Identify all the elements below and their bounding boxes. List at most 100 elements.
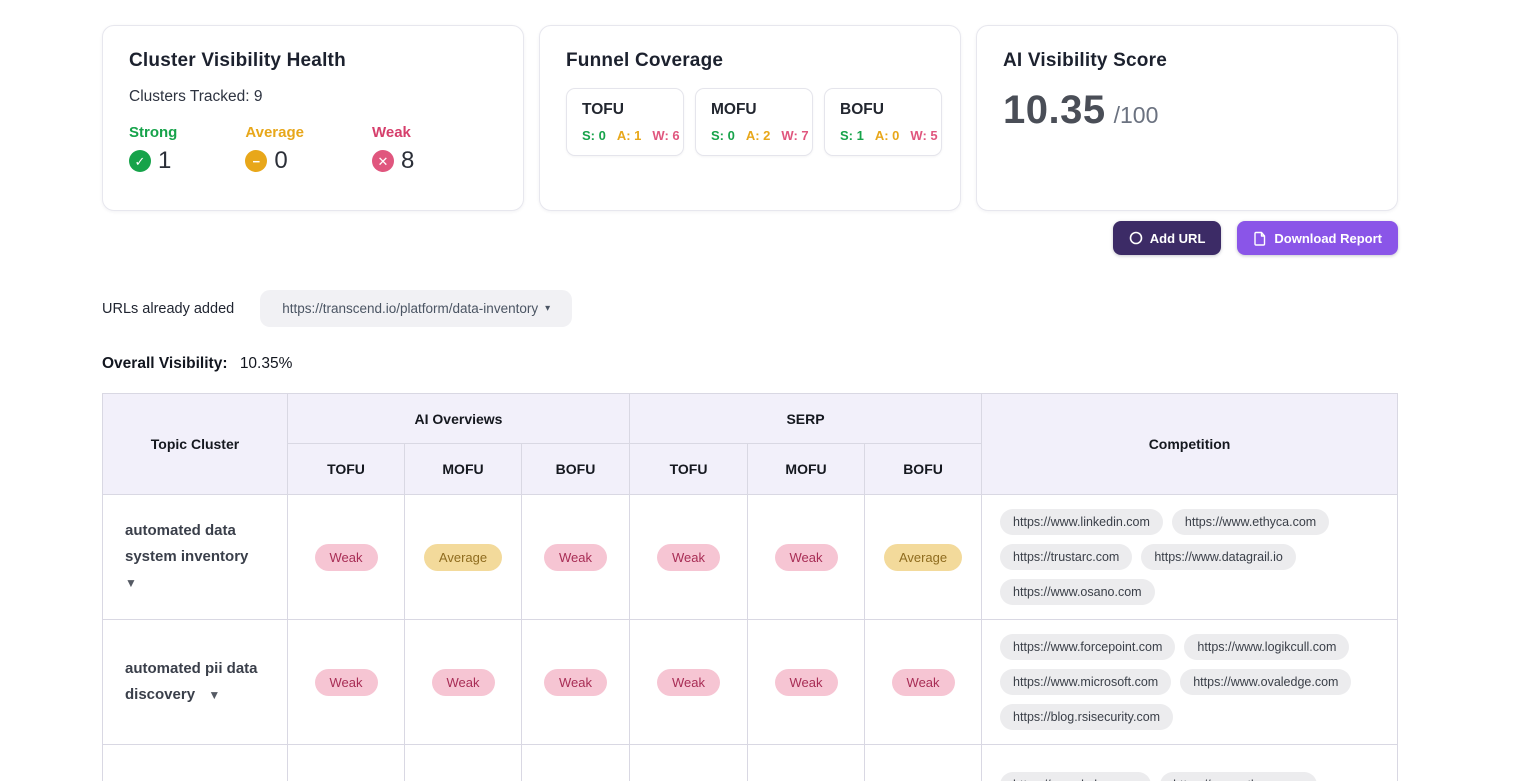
column-header-serp-mofu: MOFU bbox=[748, 444, 865, 495]
competitor-url-pill: https://www.datagrail.io bbox=[1141, 544, 1296, 570]
ai-visibility-title: AI Visibility Score bbox=[1003, 50, 1371, 72]
toolbar: Add URL Download Report bbox=[102, 221, 1398, 255]
funnel-stage-name: MOFU bbox=[711, 101, 797, 119]
competition-cell: https://www.linkedin.comhttps://www.ethy… bbox=[982, 495, 1398, 620]
table-row: automated data system inventory ▼ Weak Ave… bbox=[103, 495, 1398, 620]
health-stat-label: Strong bbox=[129, 124, 177, 141]
funnel-stage-bofu: BOFUS: 1A: 0W: 5 bbox=[824, 88, 942, 156]
urls-added-label: URLs already added bbox=[102, 301, 234, 317]
score-cell: Strong bbox=[865, 745, 982, 781]
health-stats: Strong✓1Average−0Weak✕8 bbox=[129, 124, 497, 175]
status-badge: Average bbox=[884, 544, 962, 571]
circle-icon bbox=[1129, 231, 1143, 245]
clusters-tracked-label: Clusters Tracked: bbox=[129, 88, 250, 105]
cluster-visibility-health-card: Cluster Visibility Health Clusters Track… bbox=[102, 25, 524, 211]
health-stat-strong: Strong✓1 bbox=[129, 124, 177, 175]
topic-cluster-cell: automated data system inventory ▼ bbox=[103, 495, 288, 620]
status-badge: Weak bbox=[544, 669, 607, 696]
competitor-url-pill: https://complydog.com bbox=[1000, 772, 1151, 781]
clusters-tracked-line: Clusters Tracked: 9 bbox=[129, 88, 497, 106]
score-cell: Weak bbox=[522, 620, 630, 745]
score-cell: Average bbox=[405, 745, 522, 781]
x-icon: ✕ bbox=[372, 150, 394, 172]
score-cell: Average bbox=[748, 745, 865, 781]
status-badge: Weak bbox=[432, 669, 495, 696]
column-header-competition: Competition bbox=[982, 394, 1398, 495]
competition-cell: https://www.forcepoint.com https://www.lo… bbox=[982, 620, 1398, 745]
urls-added-row: URLs already added https://transcend.io/… bbox=[102, 290, 1398, 327]
score-cell: Average bbox=[288, 745, 405, 781]
cluster-health-title: Cluster Visibility Health bbox=[129, 50, 497, 72]
overall-visibility-label: Overall Visibility: bbox=[102, 355, 228, 372]
column-header-ai-tofu: TOFU bbox=[288, 444, 405, 495]
triangle-down-icon[interactable]: ▼ bbox=[205, 688, 220, 702]
status-badge: Average bbox=[424, 544, 502, 571]
status-badge: Weak bbox=[657, 669, 720, 696]
competitor-url-pill: https://trustarc.com bbox=[1000, 544, 1132, 570]
competitor-url-pill: https://blog.rsisecurity.com bbox=[1000, 704, 1173, 730]
score-cell: Average bbox=[630, 745, 748, 781]
score-cell: Weak bbox=[522, 495, 630, 620]
competitor-url-pill: https://www.logikcull.com bbox=[1184, 634, 1349, 660]
competitor-url-pill: https://www.forcepoint.com bbox=[1000, 634, 1175, 660]
table-row: automated privacy data mapping ▼AverageA… bbox=[103, 745, 1398, 781]
score-cell: Average bbox=[405, 495, 522, 620]
health-stat-average: Average−0 bbox=[245, 124, 304, 175]
funnel-stat-average: A: 0 bbox=[875, 128, 900, 143]
funnel-coverage-title: Funnel Coverage bbox=[566, 50, 934, 72]
score-denominator: /100 bbox=[1114, 102, 1159, 129]
funnel-stage-name: TOFU bbox=[582, 101, 668, 119]
cluster-name: automated pii data discovery ▼ bbox=[125, 660, 258, 703]
funnel-stat-average: A: 2 bbox=[746, 128, 771, 143]
status-badge: Weak bbox=[657, 544, 720, 571]
health-stat-label: Average bbox=[245, 124, 304, 141]
summary-cards-row: Cluster Visibility Health Clusters Track… bbox=[102, 25, 1398, 211]
url-dropdown[interactable]: https://transcend.io/platform/data-inven… bbox=[260, 290, 572, 327]
funnel-stat-weak: W: 5 bbox=[910, 128, 937, 143]
funnel-stat-strong: S: 0 bbox=[582, 128, 606, 143]
funnel-stat-strong: S: 0 bbox=[711, 128, 735, 143]
score-cell: Weak bbox=[288, 620, 405, 745]
health-stat-value: 8 bbox=[401, 147, 414, 175]
health-stat-value: 0 bbox=[274, 147, 287, 175]
funnel-stat-weak: W: 7 bbox=[781, 128, 808, 143]
download-report-label: Download Report bbox=[1274, 231, 1382, 246]
competitor-url-pill: https://www.ovaledge.com bbox=[1180, 669, 1351, 695]
column-group-ai-overviews: AI Overviews bbox=[288, 394, 630, 444]
add-url-label: Add URL bbox=[1150, 231, 1206, 246]
document-icon bbox=[1253, 231, 1267, 246]
dashboard-page: Cluster Visibility Health Clusters Track… bbox=[102, 0, 1398, 781]
column-header-serp-tofu: TOFU bbox=[630, 444, 748, 495]
funnel-coverage-card: Funnel Coverage TOFU S: 0 A: 1 W: 6 MOFU S: 0… bbox=[539, 25, 961, 211]
column-header-ai-mofu: MOFU bbox=[405, 444, 522, 495]
score-cell: Average bbox=[865, 495, 982, 620]
score-cell: Weak bbox=[405, 620, 522, 745]
health-stat-weak: Weak✕8 bbox=[372, 124, 414, 175]
score-cell: Strong bbox=[522, 745, 630, 781]
score-cell: Weak bbox=[288, 495, 405, 620]
status-badge: Weak bbox=[315, 669, 378, 696]
add-url-button[interactable]: Add URL bbox=[1113, 221, 1222, 255]
status-badge: Weak bbox=[892, 669, 955, 696]
status-badge: Weak bbox=[775, 544, 838, 571]
funnel-stat-weak: W: 6 bbox=[652, 128, 679, 143]
competitor-url-pill: https://www.linkedin.com bbox=[1000, 509, 1163, 535]
score-cell: Weak bbox=[748, 620, 865, 745]
funnel-stat-average: A: 1 bbox=[617, 128, 642, 143]
score-value: 10.35 bbox=[1003, 88, 1106, 133]
clusters-tracked-value: 9 bbox=[254, 88, 263, 105]
competitor-url-pill: https://www.ethyca.com bbox=[1160, 772, 1317, 781]
score-cell: Weak bbox=[865, 620, 982, 745]
ai-visibility-score-card: AI Visibility Score 10.35 /100 bbox=[976, 25, 1398, 211]
score-cell: Weak bbox=[748, 495, 865, 620]
triangle-down-icon[interactable]: ▼ bbox=[125, 576, 137, 590]
caret-down-icon: ▾ bbox=[545, 303, 550, 314]
funnel-stat-strong: S: 1 bbox=[840, 128, 864, 143]
cluster-name: automated data system inventory ▼ bbox=[125, 522, 258, 592]
score-cell: Weak bbox=[630, 495, 748, 620]
column-header-topic-cluster: Topic Cluster bbox=[103, 394, 288, 495]
download-report-button[interactable]: Download Report bbox=[1237, 221, 1398, 255]
funnel-stage-mofu: MOFU S: 0 A: 2 W: 7 bbox=[695, 88, 813, 156]
competitor-url-pill: https://www.microsoft.com bbox=[1000, 669, 1171, 695]
status-badge: Weak bbox=[544, 544, 607, 571]
